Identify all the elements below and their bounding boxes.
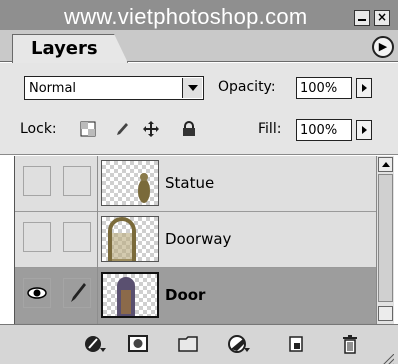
minimize-icon[interactable] <box>354 10 370 26</box>
lock-image-icon[interactable] <box>113 121 129 137</box>
link-toggle[interactable] <box>63 222 91 252</box>
blend-mode-value: Normal <box>29 81 77 96</box>
layer-name: Doorway <box>165 230 232 248</box>
blend-mode-select[interactable]: Normal <box>24 76 204 100</box>
visibility-toggle[interactable] <box>23 222 51 252</box>
layer-thumbnail <box>101 272 159 318</box>
new-group-icon[interactable] <box>178 334 200 354</box>
lock-transparent-icon[interactable] <box>80 121 96 137</box>
close-icon[interactable]: × <box>374 10 390 26</box>
layer-thumbnail <box>101 216 159 263</box>
adjustment-layer-icon[interactable] <box>228 334 250 354</box>
trash-icon[interactable] <box>340 334 362 354</box>
layer-row-door[interactable]: Door <box>15 268 377 324</box>
opacity-value: 100% <box>300 81 338 96</box>
visibility-toggle[interactable] <box>23 278 51 308</box>
watermark-text: www.vietphotoshop.com <box>64 4 308 29</box>
lock-all-icon[interactable] <box>181 121 197 137</box>
layer-row-statue[interactable]: Statue <box>15 156 377 212</box>
new-layer-icon[interactable] <box>286 334 308 354</box>
layers-list: Statue Doorway Door <box>14 156 377 324</box>
chevron-down-icon[interactable] <box>182 78 202 98</box>
fill-label: Fill: <box>258 121 282 137</box>
opacity-arrow-icon[interactable] <box>356 78 372 98</box>
layer-options-bar: Normal Opacity: 100% Lock: Fill: 100% <box>0 63 398 155</box>
column-divider <box>97 156 98 324</box>
lock-label: Lock: <box>20 121 57 137</box>
lock-position-icon[interactable] <box>143 121 159 137</box>
fill-field[interactable]: 100% <box>296 119 352 141</box>
fill-arrow-icon[interactable] <box>356 120 372 140</box>
layers-bottom-toolbar <box>0 324 398 364</box>
tab-layers[interactable]: Layers <box>12 34 128 63</box>
scroll-up-icon[interactable] <box>378 157 393 172</box>
layer-name: Statue <box>165 174 215 192</box>
layer-thumbnail <box>101 160 159 206</box>
link-toggle[interactable] <box>63 166 91 196</box>
brush-icon[interactable] <box>63 278 91 308</box>
layer-style-icon[interactable] <box>84 334 106 354</box>
panel-menu-icon[interactable]: ▶ <box>372 36 394 58</box>
fill-value: 100% <box>300 123 338 138</box>
layers-scrollbar[interactable] <box>376 156 394 324</box>
scroll-down-icon[interactable] <box>378 306 393 321</box>
layer-row-doorway[interactable]: Doorway <box>15 212 377 268</box>
layer-mask-icon[interactable] <box>128 334 150 354</box>
layer-name: Door <box>165 286 206 304</box>
scroll-thumb[interactable] <box>378 174 393 302</box>
resize-grip-icon[interactable] <box>378 351 395 364</box>
visibility-toggle[interactable] <box>23 166 51 196</box>
tab-layers-label: Layers <box>31 38 98 59</box>
opacity-label: Opacity: <box>218 79 276 95</box>
window-titlebar[interactable]: www.vietphotoshop.com × <box>0 0 398 30</box>
opacity-field[interactable]: 100% <box>296 77 352 99</box>
